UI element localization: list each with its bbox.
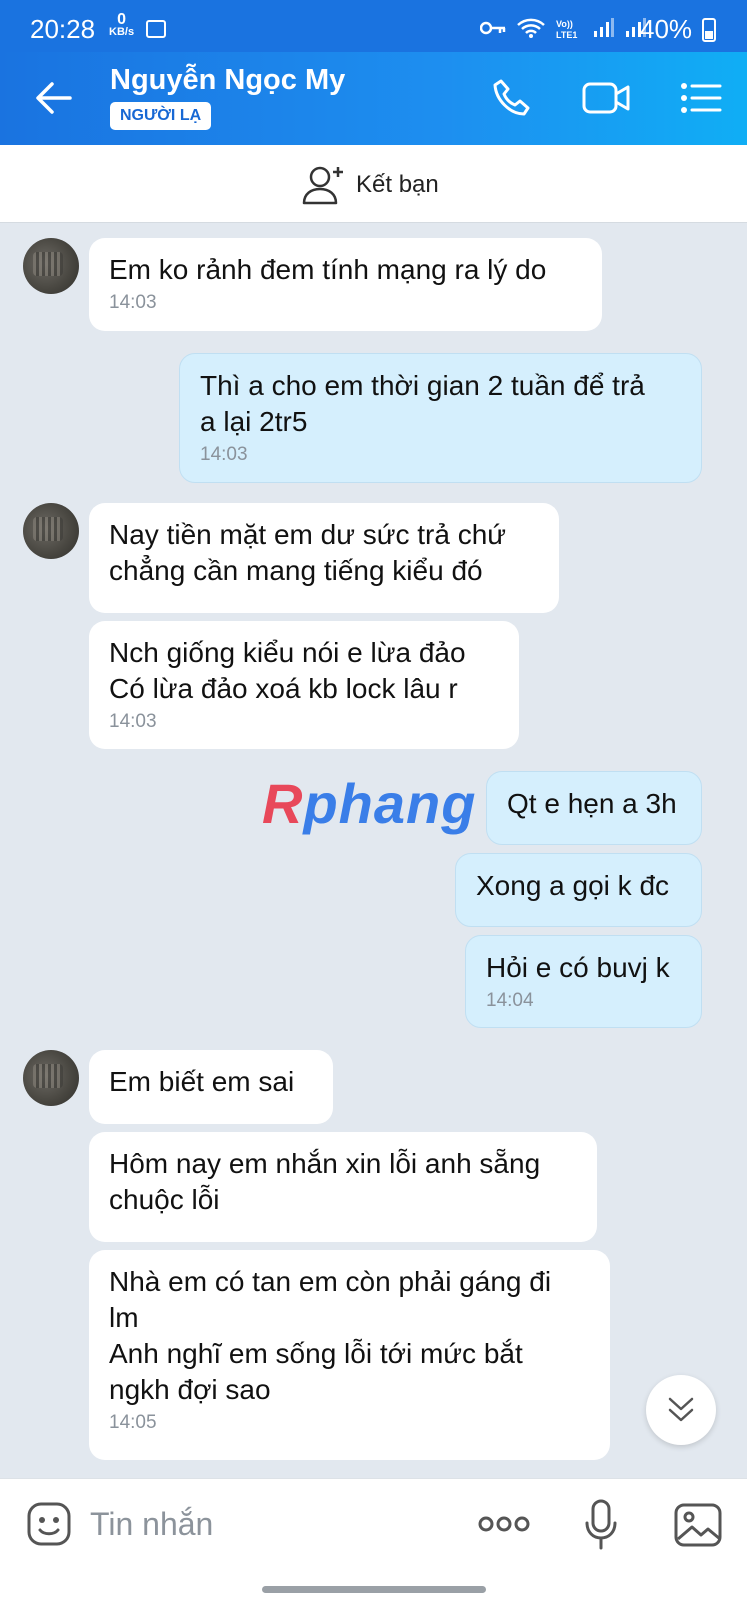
status-bar: 20:28 0 KB/s Vo)) LTE1 40% xyxy=(0,0,747,52)
message-text: Nhà em có tan em còn phải gáng đi lm Anh… xyxy=(109,1266,552,1405)
message-bubble[interactable]: Thì a cho em thời gian 2 tuần để trả a l… xyxy=(179,353,702,483)
signal-1-icon xyxy=(594,18,614,37)
chat-header: Nguyễn Ngọc My NGƯỜI LẠ xyxy=(0,52,747,145)
battery-level: 40% xyxy=(640,14,693,44)
message-text: Qt e hẹn a 3h xyxy=(507,788,677,819)
video-camera-icon[interactable] xyxy=(582,80,632,116)
message-text: Nch giống kiểu nói e lừa đảo Có lừa đảo … xyxy=(109,637,466,704)
composer-bar xyxy=(0,1478,747,1600)
person-add-icon xyxy=(302,166,343,205)
more-dots-icon[interactable] xyxy=(478,1515,530,1533)
svg-text:LTE1: LTE1 xyxy=(556,30,577,39)
status-icons: Vo)) LTE1 xyxy=(480,16,646,40)
message-text: Nay tiền mặt em dư sức trả chứ chẳng cần… xyxy=(109,519,507,586)
contact-name[interactable]: Nguyễn Ngọc My xyxy=(110,64,345,97)
battery-icon xyxy=(702,18,716,42)
arrow-left-icon[interactable] xyxy=(34,80,74,116)
message-time: 14:03 xyxy=(200,444,248,465)
status-time: 20:28 xyxy=(30,14,96,44)
stranger-badge: NGƯỜI LẠ xyxy=(110,102,212,130)
network-speed: 0 KB/s xyxy=(109,12,135,38)
home-indicator xyxy=(262,1586,486,1593)
phone-icon[interactable] xyxy=(492,78,532,118)
message-time: 14:05 xyxy=(109,1412,157,1433)
message-time: 14:04 xyxy=(486,990,534,1011)
message-bubble[interactable]: Xong a gọi k đc xyxy=(455,853,702,927)
message-text: Xong a gọi k đc xyxy=(476,870,670,901)
message-text: Hỏi e có buvj k xyxy=(486,952,670,983)
watermark-logo: Rphang xyxy=(262,772,477,835)
avatar[interactable] xyxy=(23,238,79,294)
avatar[interactable] xyxy=(23,1050,79,1106)
message-time: 14:03 xyxy=(109,292,157,313)
avatar[interactable] xyxy=(23,503,79,559)
add-friend-bar: Kết bạn xyxy=(0,145,747,223)
message-bubble[interactable]: Hôm nay em nhắn xin lỗi anh sẵng chuộc l… xyxy=(89,1132,597,1242)
image-icon[interactable] xyxy=(674,1503,722,1547)
scroll-to-bottom-button[interactable] xyxy=(646,1375,716,1445)
microphone-icon[interactable] xyxy=(584,1499,618,1551)
add-friend-label: Kết bạn xyxy=(356,171,439,198)
message-bubble[interactable]: Nch giống kiểu nói e lừa đảo Có lừa đảo … xyxy=(89,621,519,749)
network-speed-unit: KB/s xyxy=(109,26,135,38)
message-text: Hôm nay em nhắn xin lỗi anh sẵng chuộc l… xyxy=(109,1148,541,1215)
list-menu-icon[interactable] xyxy=(680,82,722,114)
message-bubble[interactable]: Nay tiền mặt em dư sức trả chứ chẳng cần… xyxy=(89,503,559,613)
message-text: Em ko rảnh đem tính mạng ra lý do xyxy=(109,254,547,285)
double-chevron-down-icon xyxy=(668,1397,694,1422)
key-icon xyxy=(480,21,506,35)
message-bubble[interactable]: Em ko rảnh đem tính mạng ra lý do 14:03 xyxy=(89,238,602,331)
message-bubble[interactable]: Nhà em có tan em còn phải gáng đi lm Anh… xyxy=(89,1250,610,1460)
message-time: 14:03 xyxy=(109,711,157,732)
message-bubble[interactable]: Em biết em sai xyxy=(89,1050,333,1124)
message-bubble[interactable]: Qt e hẹn a 3h xyxy=(486,771,702,845)
message-bubble[interactable]: Hỏi e có buvj k 14:04 xyxy=(465,935,702,1028)
volte-icon: Vo))LTE1 xyxy=(556,19,577,39)
message-text: Thì a cho em thời gian 2 tuần để trả a l… xyxy=(200,370,645,437)
svg-text:Vo)): Vo)) xyxy=(556,19,573,29)
message-text: Em biết em sai xyxy=(109,1066,295,1097)
message-list[interactable]: Em ko rảnh đem tính mạng ra lý do 14:03 … xyxy=(0,223,747,1478)
add-friend-button[interactable]: Kết bạn xyxy=(302,163,439,207)
sticker-icon[interactable] xyxy=(26,1501,72,1547)
gallery-notification-icon xyxy=(146,20,166,38)
wifi-icon xyxy=(517,18,545,38)
message-input[interactable] xyxy=(90,1499,450,1549)
